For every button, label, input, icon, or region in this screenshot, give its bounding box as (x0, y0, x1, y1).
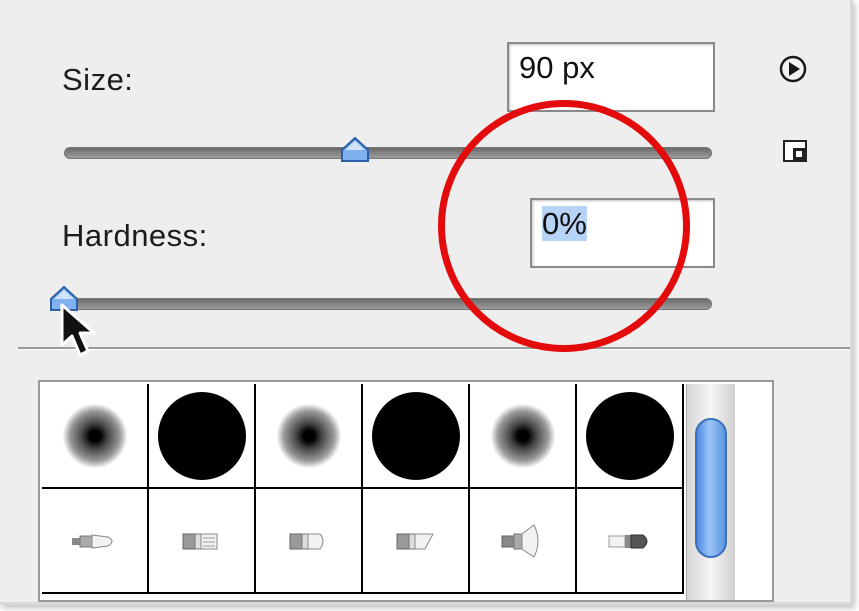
hard-brush-icon (585, 391, 674, 480)
soft-brush-icon (62, 403, 127, 468)
hard-brush-icon (157, 391, 246, 480)
brush-tip-icon (501, 523, 538, 558)
brush-tip-icon (182, 533, 217, 549)
size-value: 90 px (519, 50, 595, 85)
soft-brush-icon (490, 403, 555, 468)
hardness-slider-track[interactable] (64, 298, 712, 310)
brush-tip-icon (608, 534, 647, 548)
preset-brush-tip-5[interactable] (470, 489, 577, 594)
preset-hard-round-3[interactable] (577, 384, 684, 489)
preset-scrollbar[interactable] (686, 384, 735, 600)
brush-tip-icon (396, 533, 434, 549)
preset-scrollbar-thumb[interactable] (695, 418, 727, 558)
brush-tip-icon (289, 533, 323, 549)
size-input[interactable]: 90 px (507, 42, 715, 112)
preset-hard-round-2[interactable] (363, 384, 470, 489)
brush-options-panel: Size: 90 px Hardness: 0% (0, 0, 853, 605)
hardness-value: 0% (542, 206, 587, 241)
brush-tip-icon (71, 533, 112, 549)
size-label: Size: (62, 62, 134, 97)
hard-brush-icon (371, 391, 460, 480)
preset-brush-tip-1[interactable] (42, 489, 149, 594)
size-slider-track[interactable] (64, 147, 712, 159)
preset-brush-tip-6[interactable] (577, 489, 684, 594)
preset-soft-round-1[interactable] (42, 384, 149, 489)
mouse-cursor-icon (60, 303, 96, 357)
preset-soft-round-3[interactable] (470, 384, 577, 489)
size-slider-thumb[interactable] (340, 137, 370, 163)
new-preset-icon[interactable] (783, 140, 807, 162)
preset-brush-tip-4[interactable] (363, 489, 470, 594)
preset-brush-tip-2[interactable] (149, 489, 256, 594)
hardness-input[interactable]: 0% (530, 198, 715, 268)
preset-brush-tip-3[interactable] (256, 489, 363, 594)
preset-hard-round-1[interactable] (149, 384, 256, 489)
preset-soft-round-2[interactable] (256, 384, 363, 489)
hardness-label: Hardness: (62, 218, 208, 253)
play-circle-icon[interactable] (778, 54, 808, 84)
panel-divider (18, 347, 850, 350)
soft-brush-icon (276, 403, 341, 468)
brush-preset-grid (38, 380, 774, 602)
